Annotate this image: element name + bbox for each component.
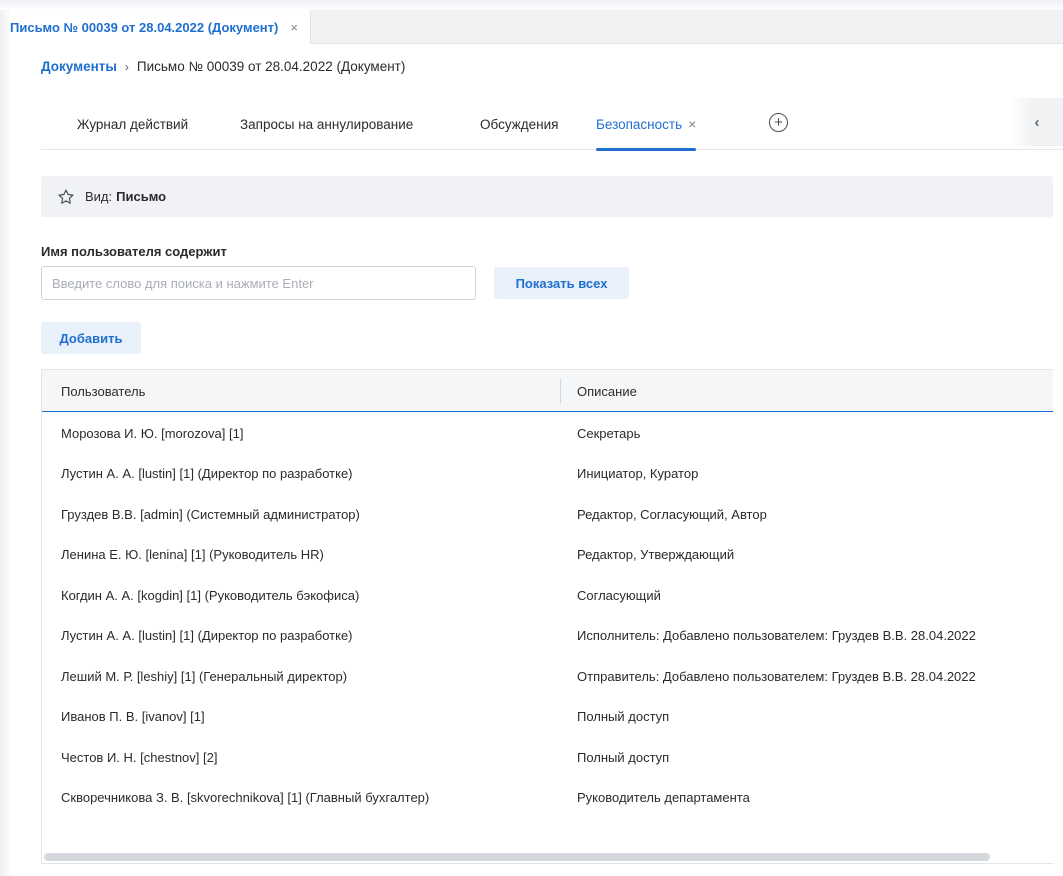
tab-cancellation-requests[interactable]: Запросы на аннулирование (240, 98, 413, 150)
horizontal-scrollbar[interactable] (44, 853, 990, 861)
cell-user: Леший М. Р. [leshiy] [1] (Генеральный ди… (61, 668, 348, 684)
chevron-right-icon: › (124, 59, 129, 74)
table-row[interactable]: Иванов П. В. [ivanov] [1] Полный доступ (42, 697, 1053, 738)
content-tabs: Журнал действий Запросы на аннулирование… (41, 98, 1063, 151)
add-tab-icon[interactable]: + (769, 113, 788, 132)
cell-description: Руководитель департамента (577, 790, 750, 806)
tab-label: Обсуждения (480, 116, 559, 132)
table-row[interactable]: Лустин А. А. [lustin] [1] (Директор по р… (42, 454, 1053, 495)
tab-action-log[interactable]: Журнал действий (77, 98, 188, 150)
table-row[interactable]: Морозова И. Ю. [morozova] [1] Секретарь (42, 413, 1053, 454)
tab-security[interactable]: Безопасность × (596, 98, 697, 151)
cell-description: Отправитель: Добавлено пользователем: Гр… (577, 668, 976, 684)
table-row[interactable]: Когдин А. А. [kogdin] [1] (Руководитель … (42, 575, 1053, 616)
document-tab-title: Письмо № 00039 от 28.04.2022 (Документ) (10, 19, 279, 35)
add-button[interactable]: Добавить (41, 322, 141, 354)
cell-user: Груздев В.В. [admin] (Системный админист… (61, 506, 360, 522)
column-resize-handle[interactable] (560, 379, 561, 403)
table-row[interactable]: Груздев В.В. [admin] (Системный админист… (42, 494, 1053, 535)
kind-value: Письмо (116, 189, 167, 204)
cell-description: Полный доступ (577, 749, 670, 765)
window-shadow-top (0, 0, 1063, 10)
document-tab[interactable]: Письмо № 00039 от 28.04.2022 (Документ) … (10, 10, 311, 44)
app-window: Письмо № 00039 от 28.04.2022 (Документ) … (0, 0, 1063, 876)
cell-description: Полный доступ (577, 709, 670, 725)
cell-user: Лустин А. А. [lustin] [1] (Директор по р… (61, 628, 353, 644)
cell-user: Морозова И. Ю. [morozova] [1] (61, 425, 244, 441)
table-row[interactable]: Лустин А. А. [lustin] [1] (Директор по р… (42, 616, 1053, 657)
cell-user: Скворечникова З. В. [skvorechnikova] [1]… (61, 790, 430, 806)
cell-description: Редактор, Согласующий, Автор (577, 506, 767, 522)
cell-user: Честов И. Н. [chestnov] [2] (61, 749, 218, 765)
show-all-button[interactable]: Показать всех (494, 267, 629, 299)
close-icon[interactable]: × (290, 20, 298, 35)
cell-user: Иванов П. В. [ivanov] [1] (61, 709, 205, 725)
kind-label: Вид: (85, 189, 113, 204)
column-header-user[interactable]: Пользователь (61, 370, 145, 412)
star-outline-icon[interactable] (57, 188, 75, 206)
breadcrumb-current: Письмо № 00039 от 28.04.2022 (Документ) (136, 59, 406, 74)
tab-discussions[interactable]: Обсуждения (480, 98, 558, 150)
search-input[interactable] (41, 266, 476, 300)
cell-description: Инициатор, Куратор (577, 466, 699, 482)
table-body: Морозова И. Ю. [morozova] [1] Секретарь … (42, 413, 1053, 818)
table-row[interactable]: Ленина Е. Ю. [lenina] [1] (Руководитель … (42, 535, 1053, 576)
breadcrumb: Документы › Письмо № 00039 от 28.04.2022… (41, 59, 405, 74)
table-header: Пользователь Описание (42, 370, 1053, 412)
breadcrumb-documents-link[interactable]: Документы (41, 59, 117, 74)
document-kind-panel: Вид: Письмо (41, 176, 1053, 217)
cell-description: Согласующий (577, 587, 661, 603)
tab-label: Безопасность (596, 116, 683, 132)
chevron-left-icon[interactable]: ‹ (1011, 98, 1063, 146)
cell-user: Когдин А. А. [kogdin] [1] (Руководитель … (61, 587, 360, 603)
search-label: Имя пользователя содержит (41, 244, 227, 259)
cell-user: Лустин А. А. [lustin] [1] (Директор по р… (61, 466, 353, 482)
cell-user: Ленина Е. Ю. [lenina] [1] (Руководитель … (61, 547, 324, 563)
permissions-table: Пользователь Описание Морозова И. Ю. [mo… (41, 369, 1053, 864)
tab-label: Журнал действий (77, 116, 189, 132)
table-row[interactable]: Скворечникова З. В. [skvorechnikova] [1]… (42, 778, 1053, 819)
close-icon[interactable]: × (688, 116, 696, 132)
column-header-description[interactable]: Описание (577, 370, 637, 412)
tab-label: Запросы на аннулирование (240, 116, 414, 132)
table-row[interactable]: Честов И. Н. [chestnov] [2] Полный досту… (42, 737, 1053, 778)
table-row[interactable]: Леший М. Р. [leshiy] [1] (Генеральный ди… (42, 656, 1053, 697)
cell-description: Исполнитель: Добавлено пользователем: Гр… (577, 628, 976, 644)
cell-description: Редактор, Утверждающий (577, 547, 735, 563)
document-tab-strip: Письмо № 00039 от 28.04.2022 (Документ) … (10, 10, 1063, 44)
window-shadow-left (0, 0, 12, 876)
cell-description: Секретарь (577, 425, 641, 441)
